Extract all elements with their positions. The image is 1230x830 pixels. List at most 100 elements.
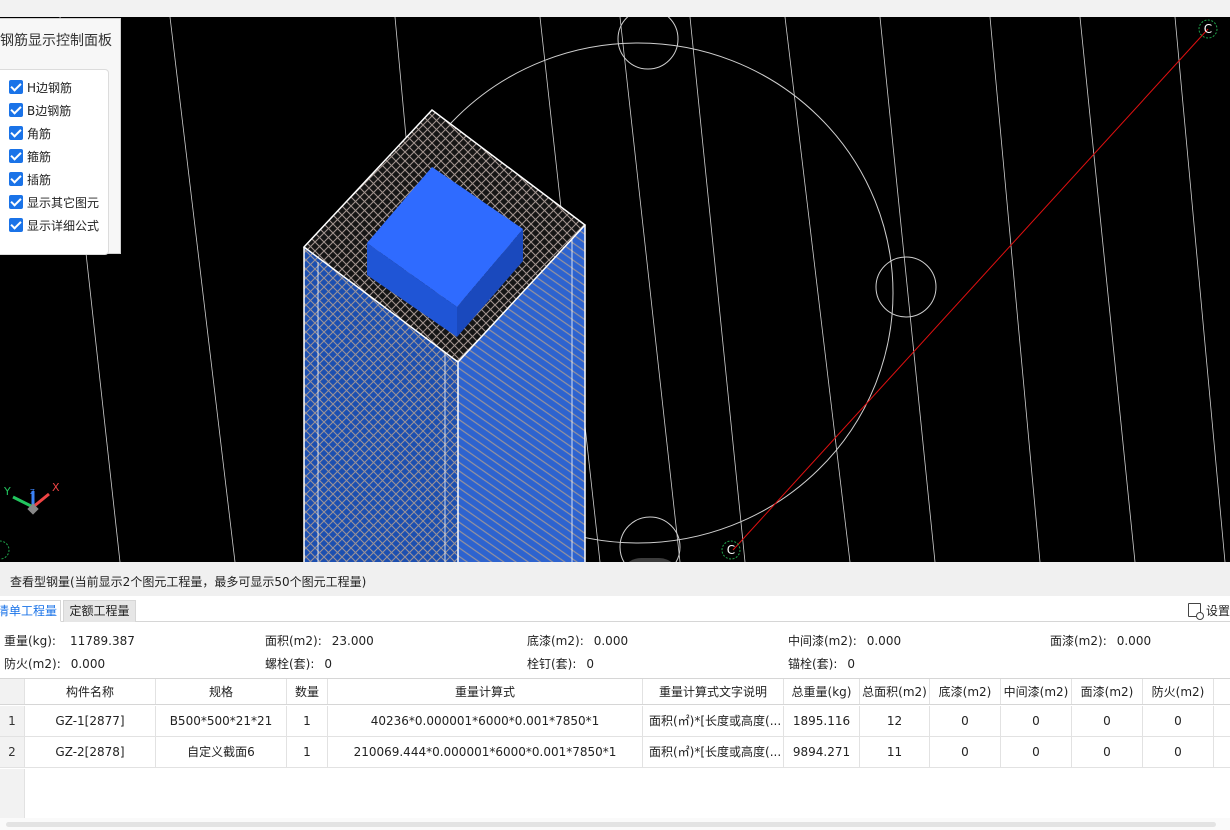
header-cell[interactable]: 构件名称 xyxy=(25,679,156,704)
panel-header: 查看型钢量(当前显示2个图元工程量，最多可显示50个图元工程量) xyxy=(0,562,1230,596)
header-cell[interactable]: 重量计算式 xyxy=(328,679,643,704)
checkbox-checked-icon[interactable] xyxy=(9,126,23,140)
table-cell[interactable]: 0 xyxy=(1001,737,1072,767)
header-cell[interactable]: 重量计算式文字说明 xyxy=(643,679,784,704)
summary-value: 0.000 xyxy=(866,634,902,648)
checkbox-checked-icon[interactable] xyxy=(9,80,23,94)
table-cell[interactable]: B500*500*21*21 xyxy=(156,706,287,736)
table-cell[interactable]: 0 xyxy=(930,737,1001,767)
control-panel-options: H边钢筋 B边钢筋 角筋 箍筋 插筋 显示其它图元 显示详细公式 xyxy=(0,69,109,255)
summary-studs: 栓钉(套): 0 xyxy=(527,655,594,672)
checkbox-checked-icon[interactable] xyxy=(9,172,23,186)
option-show-detailed-formula[interactable]: 显示详细公式 xyxy=(9,216,99,234)
axis-y-label: Y xyxy=(3,485,11,498)
table-cell[interactable]: 9894.271 xyxy=(784,737,860,767)
3d-viewport[interactable]: C C Y X Z ⌄ xyxy=(0,17,1230,562)
rebar-display-control-panel: 钢筋显示控制面板 H边钢筋 B边钢筋 角筋 箍筋 插筋 显示其它图元 显示详细公… xyxy=(0,18,121,255)
summary-label: 重量(kg): xyxy=(4,634,56,648)
option-label: 显示详细公式 xyxy=(27,218,100,233)
tab-bar: 清单工程量 定额工程量 设置 xyxy=(0,596,1230,622)
table-cell[interactable]: 0 xyxy=(1143,706,1214,736)
option-corner-rebar[interactable]: 角筋 xyxy=(9,124,51,142)
settings-icon xyxy=(1187,603,1204,620)
summary-value: 0 xyxy=(586,657,595,671)
table-cell[interactable]: GZ-1[2877] xyxy=(25,706,156,736)
control-panel-title: 钢筋显示控制面板 xyxy=(0,33,112,49)
tab-bill-quantity[interactable]: 清单工程量 xyxy=(0,600,61,622)
table-cell[interactable]: 1 xyxy=(287,737,328,767)
table-cell[interactable]: GZ-2[2878] xyxy=(25,737,156,767)
summary-value: 0.000 xyxy=(593,634,629,648)
table-cell[interactable]: 210069.444*0.000001*6000*0.001*7850*1 xyxy=(328,737,643,767)
row-number: 2 xyxy=(0,737,25,767)
summary-label: 面漆(m2): xyxy=(1050,634,1107,648)
summary-top-coat: 面漆(m2): 0.000 xyxy=(1050,632,1151,649)
option-b-rebar[interactable]: B边钢筋 xyxy=(9,101,71,119)
header-cell[interactable]: 中间漆(m2) xyxy=(1001,679,1072,704)
summary-value: 23.000 xyxy=(331,634,374,648)
option-label: 箍筋 xyxy=(27,149,52,164)
header-cell[interactable]: 总面积(m2) xyxy=(860,679,930,704)
summary-label: 底漆(m2): xyxy=(527,634,584,648)
scrollbar-thumb[interactable] xyxy=(6,822,1216,827)
checkbox-checked-icon[interactable] xyxy=(9,149,23,163)
table-cell[interactable]: 0 xyxy=(930,706,1001,736)
option-stirrup[interactable]: 箍筋 xyxy=(9,147,51,165)
row-number: 1 xyxy=(0,706,25,736)
header-cell xyxy=(0,679,25,704)
table-header: 构件名称 规格 数量 重量计算式 重量计算式文字说明 总重量(kg) 总面积(m… xyxy=(0,679,1230,705)
header-cell[interactable]: 数量 xyxy=(287,679,328,704)
tab-quota-quantity[interactable]: 定额工程量 xyxy=(63,600,136,622)
option-label: H边钢筋 xyxy=(27,80,73,95)
header-cell[interactable]: 底漆(m2) xyxy=(930,679,1001,704)
table-cell[interactable]: 0 xyxy=(1143,737,1214,767)
table-row[interactable]: 1 GZ-1[2877] B500*500*21*21 1 40236*0.00… xyxy=(0,706,1230,737)
axis-z-label: Z xyxy=(30,488,35,496)
checkbox-checked-icon[interactable] xyxy=(9,218,23,232)
table-cell[interactable]: 0 xyxy=(1072,706,1143,736)
table-cell[interactable]: 面积(㎡)*[长度或高度(... xyxy=(643,737,784,767)
option-label: 显示其它图元 xyxy=(27,195,100,210)
summary-label: 栓钉(套): xyxy=(527,657,577,671)
option-h-rebar[interactable]: H边钢筋 xyxy=(9,78,72,96)
table-cell[interactable]: 0 xyxy=(1001,706,1072,736)
header-cell[interactable]: 面漆(m2) xyxy=(1072,679,1143,704)
grid-marker-label: C xyxy=(727,543,735,557)
grid-lines xyxy=(59,17,1226,562)
panel-title: 查看型钢量(当前显示2个图元工程量，最多可显示50个图元工程量) xyxy=(10,575,367,589)
horizontal-scrollbar[interactable] xyxy=(0,818,1230,830)
axis-gizmo: Y X Z xyxy=(3,481,60,515)
table-cell[interactable]: 面积(㎡)*[长度或高度(... xyxy=(643,706,784,736)
summary-intermediate-coat: 中间漆(m2): 0.000 xyxy=(788,632,901,649)
option-dowel[interactable]: 插筋 xyxy=(9,170,51,188)
checkbox-checked-icon[interactable] xyxy=(9,195,23,209)
option-label: 插筋 xyxy=(27,172,52,187)
table-cell[interactable]: 1895.116 xyxy=(784,706,860,736)
table-cell[interactable]: 0 xyxy=(1072,737,1143,767)
summary-label: 螺栓(套): xyxy=(265,657,315,671)
row-header-gutter xyxy=(0,769,25,819)
grid-marker-partial xyxy=(0,540,10,560)
table-cell[interactable]: 12 xyxy=(860,706,930,736)
summary-label: 防火(m2): xyxy=(4,657,61,671)
axis-x-label: X xyxy=(52,481,60,494)
header-cell[interactable]: 防火(m2) xyxy=(1143,679,1214,704)
3d-scene[interactable]: C C Y X Z xyxy=(0,17,1230,562)
grid-marker: C xyxy=(721,540,741,560)
header-cell[interactable]: 规格 xyxy=(156,679,287,704)
summary-bolts: 螺栓(套): 0 xyxy=(265,655,332,672)
steel-column-model[interactable] xyxy=(302,108,587,562)
table-cell[interactable]: 1 xyxy=(287,706,328,736)
steel-quantity-window: C C Y X Z ⌄ 钢筋显示控制面板 H边钢筋 xyxy=(0,0,1230,830)
summary-fireproof: 防火(m2): 0.000 xyxy=(4,655,105,672)
header-cell[interactable]: 总重量(kg) xyxy=(784,679,860,704)
checkbox-checked-icon[interactable] xyxy=(9,103,23,117)
table-cell[interactable]: 40236*0.000001*6000*0.001*7850*1 xyxy=(328,706,643,736)
table-cell[interactable]: 自定义截面6 xyxy=(156,737,287,767)
table-cell[interactable]: 11 xyxy=(860,737,930,767)
settings-label: 设置 xyxy=(1205,603,1230,618)
quantity-table: 构件名称 规格 数量 重量计算式 重量计算式文字说明 总重量(kg) 总面积(m… xyxy=(0,678,1230,819)
option-show-other-elements[interactable]: 显示其它图元 xyxy=(9,193,99,211)
settings-button[interactable]: 设置 xyxy=(1187,600,1230,620)
table-row[interactable]: 2 GZ-2[2878] 自定义截面6 1 210069.444*0.00000… xyxy=(0,737,1230,768)
